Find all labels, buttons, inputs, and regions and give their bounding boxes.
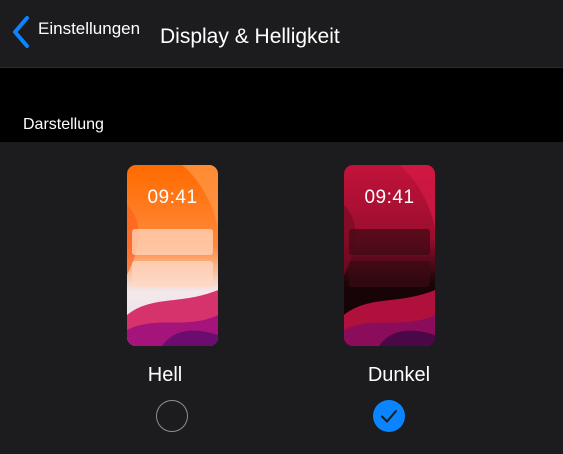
option-label-light: Hell xyxy=(147,364,183,386)
appearance-panel: 09:41 Hell 09:41 Dunkel xyxy=(0,142,563,454)
light-mode-preview: 09:41 xyxy=(127,165,218,346)
section-header-appearance: Darstellung xyxy=(23,116,104,133)
back-button[interactable]: Einstellungen xyxy=(10,14,140,54)
radio-checked-button[interactable] xyxy=(373,400,405,432)
chevron-left-icon xyxy=(13,16,29,48)
option-label-dark: Dunkel xyxy=(367,364,431,386)
back-button-label: Einstellungen xyxy=(38,19,141,38)
navigation-bar: Einstellungen Display & Helligkeit xyxy=(0,0,563,68)
page-title: Display & Helligkeit xyxy=(160,25,340,48)
radio-unchecked-icon[interactable] xyxy=(156,400,188,432)
appearance-option-light[interactable]: 09:41 Hell xyxy=(73,142,273,454)
settings-screen: Einstellungen Display & Helligkeit Darst… xyxy=(0,0,563,454)
dark-mode-preview: 09:41 xyxy=(344,165,435,346)
preview-time: 09:41 xyxy=(364,187,415,208)
preview-time: 09:41 xyxy=(147,187,198,208)
checkmark-icon xyxy=(381,410,397,423)
appearance-option-dark[interactable]: 09:41 Dunkel xyxy=(290,142,490,454)
